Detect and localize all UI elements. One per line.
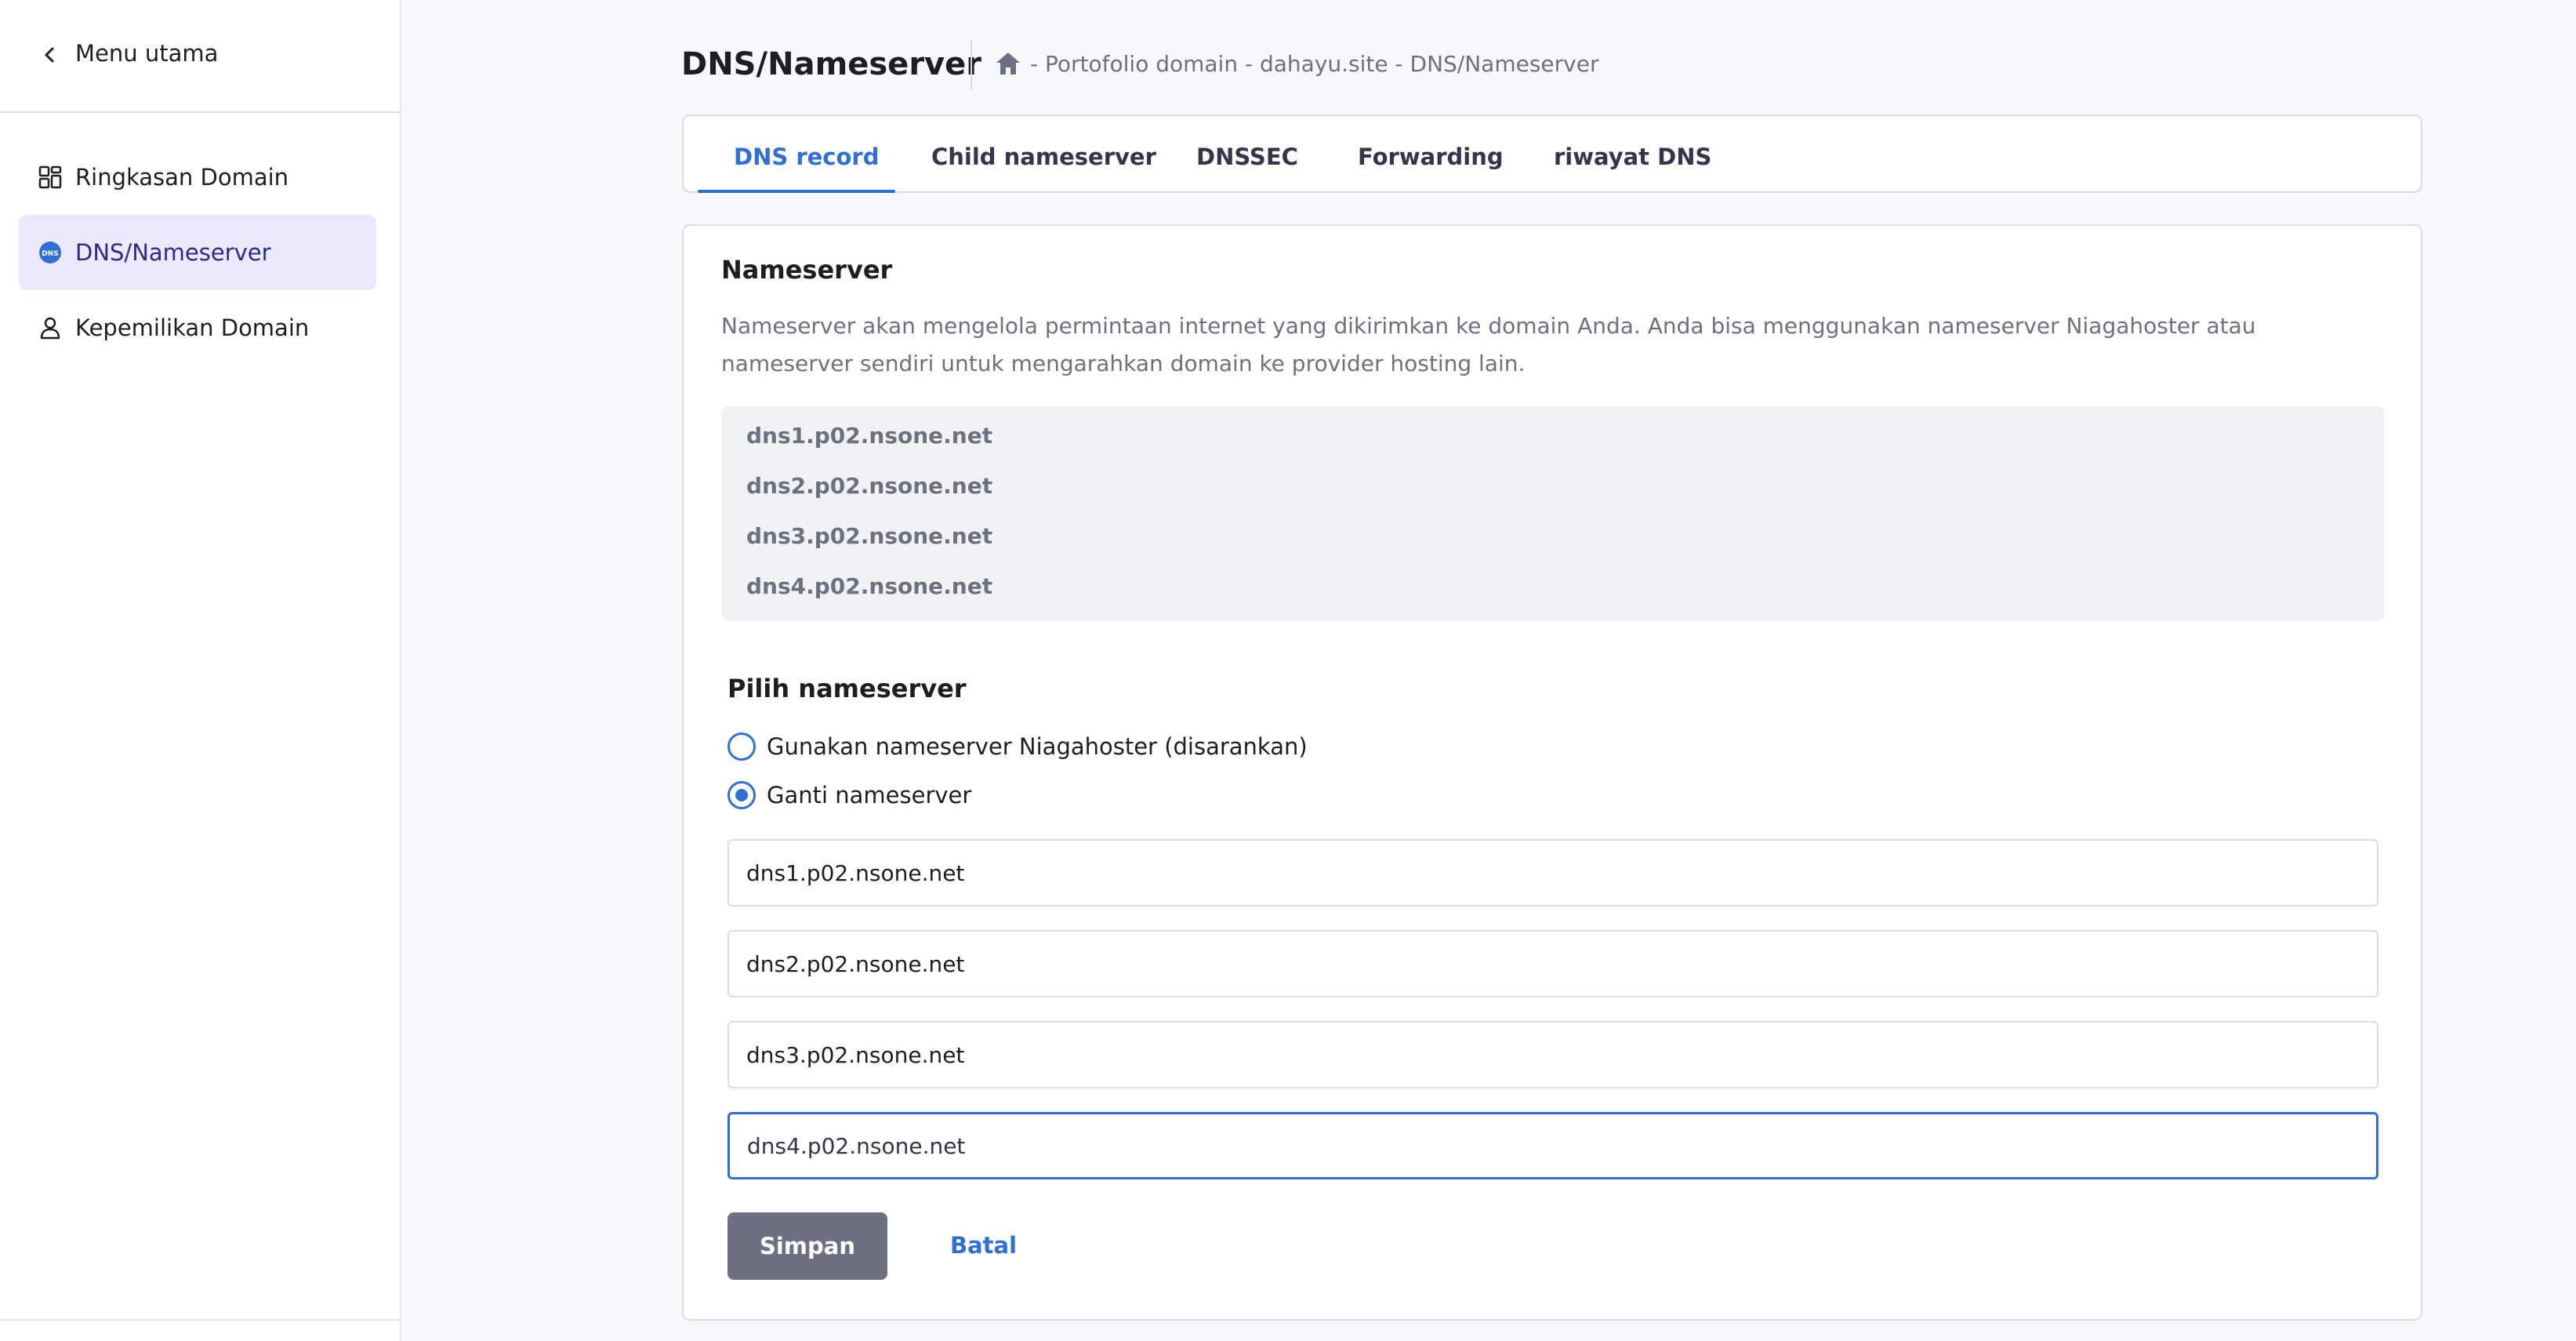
sidebar: Menu utama Ringkasan Domain DNS DNS/Name… [0,0,401,1341]
sidebar-item-label: DNS/Nameserver [75,239,271,266]
active-tab-indicator [698,190,895,193]
sidebar-item-label: Kepemilikan Domain [75,314,310,341]
sidebar-item-ringkasan-domain[interactable]: Ringkasan Domain [19,140,376,215]
sidebar-item-label: Ringkasan Domain [75,164,289,191]
nameserver-value: dns1.p02.nsone.net [746,423,993,449]
radio-label: Gunakan nameserver Niagahoster (disarank… [767,733,1308,760]
app-root: Menu utama Ringkasan Domain DNS DNS/Name… [0,0,2576,1341]
tab-child-nameserver[interactable]: Child nameserver [931,141,1156,173]
nameserver-input-1[interactable] [727,839,2378,907]
page-title: DNS/Nameserver [681,46,981,82]
card-title: Nameserver [721,255,893,285]
grid-icon [38,165,62,189]
nameserver-value: dns3.p02.nsone.net [746,523,993,549]
nameserver-card: Nameserver Nameserver akan mengelola per… [682,224,2422,1321]
sidebar-item-kepemilikan-domain[interactable]: Kepemilikan Domain [19,290,376,365]
tab-bar: DNS record Child nameserver DNSSEC Forwa… [682,114,2422,193]
nameserver-value: dns2.p02.nsone.net [746,473,993,499]
user-icon [40,317,60,340]
sidebar-divider [0,1319,400,1321]
back-label: Menu utama [75,40,219,67]
radio-button-checked[interactable] [727,781,756,809]
home-icon[interactable] [994,50,1022,77]
tab-riwayat-dns[interactable]: riwayat DNS [1554,141,1711,173]
tab-dns-record[interactable]: DNS record [734,141,879,173]
radio-label: Ganti nameserver [767,782,972,809]
cancel-button[interactable]: Batal [950,1230,1017,1261]
breadcrumb[interactable]: - Portofolio domain - dahayu.site - DNS/… [1030,49,1598,80]
sidebar-item-dns-nameserver[interactable]: DNS DNS/Nameserver [19,215,376,290]
title-divider [971,39,972,89]
back-to-main-menu[interactable]: Menu utama [0,0,400,113]
nameserver-input-4[interactable] [727,1112,2378,1179]
tab-dnssec[interactable]: DNSSEC [1196,141,1298,173]
chevron-left-icon [45,47,54,63]
nameserver-input-3[interactable] [727,1021,2378,1088]
radio-button[interactable] [727,732,756,761]
card-description: Nameserver akan mengelola permintaan int… [721,313,2256,376]
choose-nameserver-title: Pilih nameserver [727,674,967,703]
dns-icon: DNS [39,242,61,263]
nameserver-value: dns4.p02.nsone.net [746,573,993,599]
svg-text:DNS: DNS [42,250,59,258]
current-nameservers: dns1.p02.nsone.net dns2.p02.nsone.net dn… [721,406,2385,621]
save-button[interactable]: Simpan [727,1212,887,1280]
tab-forwarding[interactable]: Forwarding [1358,141,1504,173]
nameserver-input-2[interactable] [727,930,2378,998]
